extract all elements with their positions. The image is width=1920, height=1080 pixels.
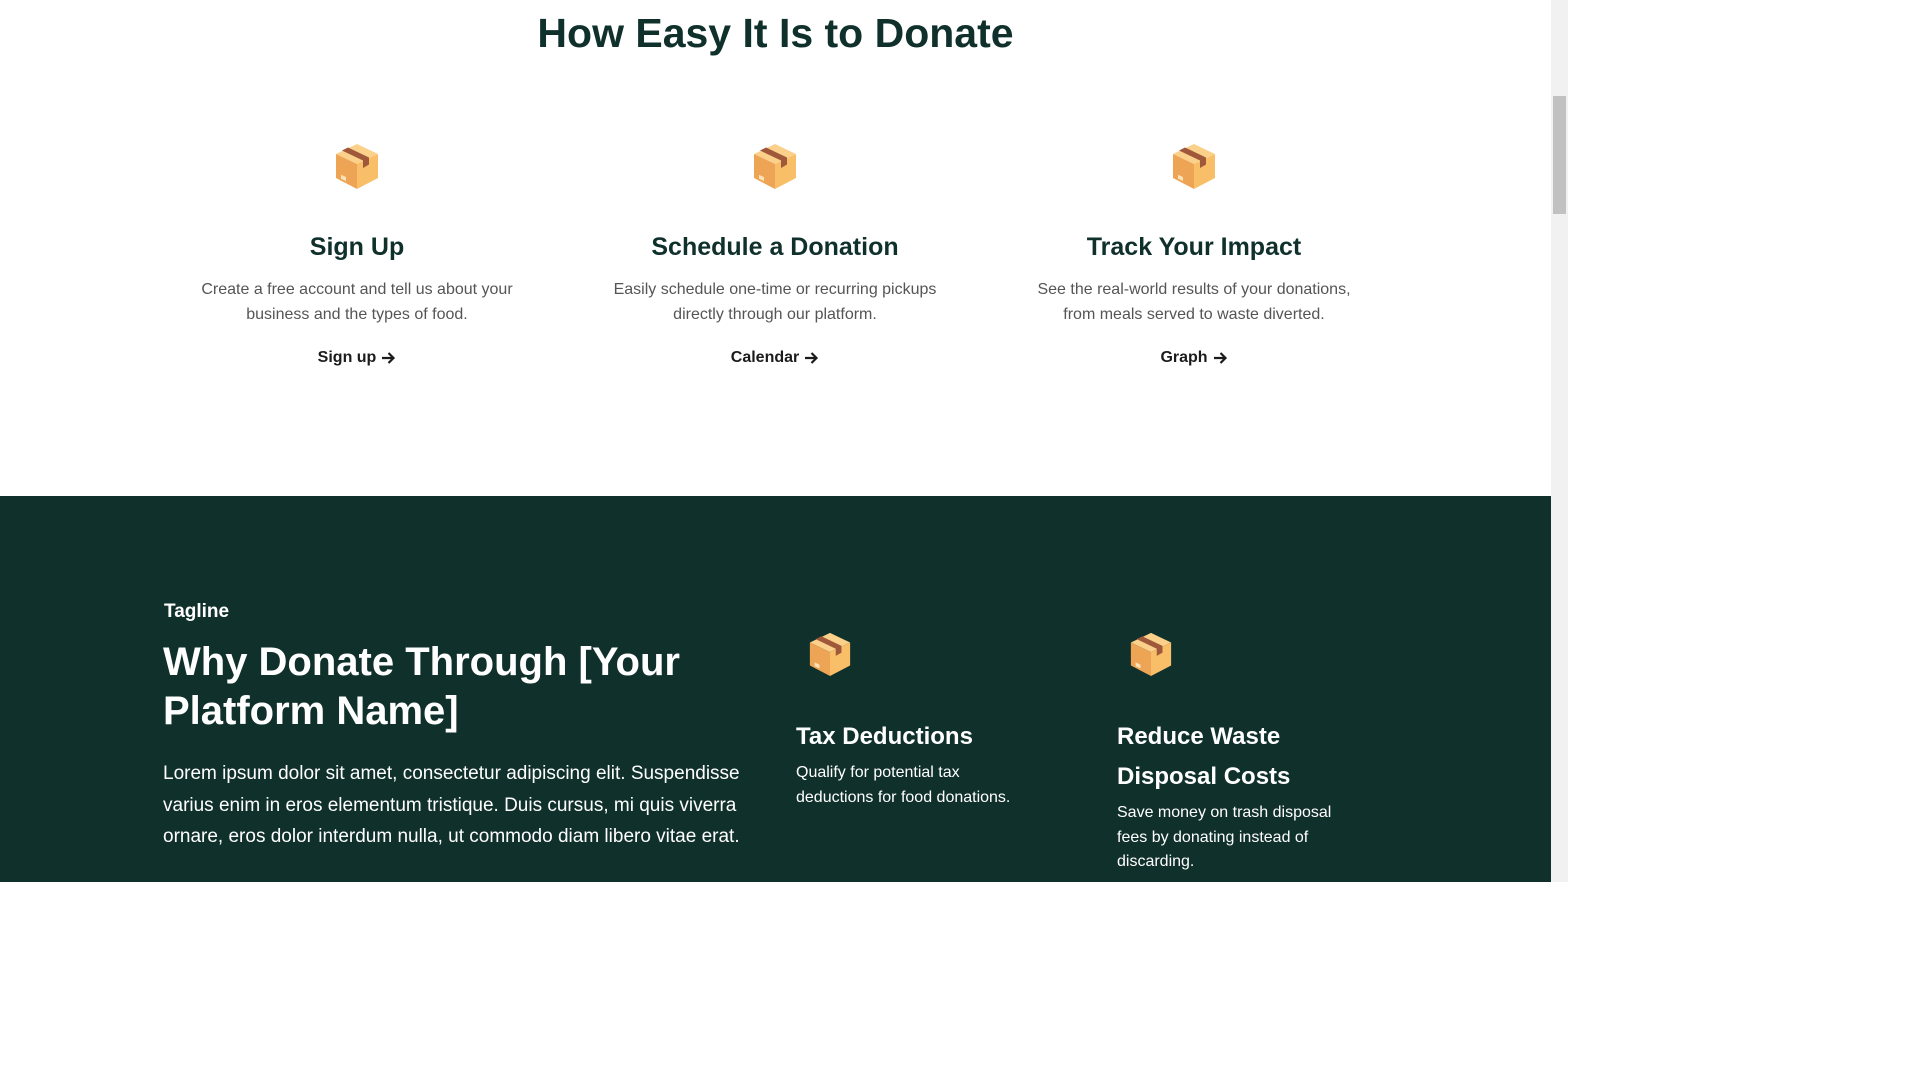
package-icon — [336, 144, 378, 189]
benefit-title: Tax Deductions — [796, 723, 973, 750]
step-title: Track Your Impact — [1086, 233, 1302, 261]
vertical-scrollbar[interactable] — [1551, 0, 1568, 882]
benefit-tax-deductions: Tax Deductions Qualify for potential tax… — [796, 628, 1036, 810]
link-label: Sign up — [317, 349, 377, 366]
step-title: Schedule a Donation — [651, 233, 899, 261]
why-body-text: Lorem ipsum dolor sit amet, consectetur … — [163, 763, 740, 847]
link-label: Graph — [1160, 349, 1208, 366]
step-card-sign-up: Sign Up Create a free account and tell u… — [177, 140, 537, 369]
package-icon — [1173, 144, 1215, 189]
tagline: Tagline — [164, 601, 230, 622]
scrollbar-thumb[interactable] — [1553, 96, 1566, 214]
package-icon — [1130, 632, 1172, 677]
sign-up-link[interactable]: Sign up — [318, 347, 397, 369]
step-description: Create a free account and tell us about … — [201, 281, 513, 323]
arrow-right-icon — [382, 352, 396, 364]
step-card-track: Track Your Impact See the real-world res… — [1014, 140, 1374, 369]
benefit-reduce-waste: Reduce Waste Disposal Costs Save money o… — [1117, 628, 1357, 875]
why-donate-section: Tagline Why Donate Through [Your Platfor… — [0, 496, 1551, 882]
benefit-description: Save money on trash disposal fees by don… — [1117, 804, 1332, 870]
link-label: Calendar — [730, 349, 800, 366]
arrow-right-icon — [1213, 352, 1227, 364]
graph-link[interactable]: Graph — [1160, 347, 1227, 369]
section-title: How Easy It Is to Donate — [537, 10, 1014, 56]
step-title: Sign Up — [309, 233, 405, 261]
step-description: Easily schedule one-time or recurring pi… — [613, 281, 937, 323]
page: How Easy It Is to Donate Sign Up Create … — [0, 0, 1551, 882]
arrow-right-icon — [805, 352, 819, 364]
benefit-description: Qualify for potential tax deductions for… — [796, 764, 1011, 806]
calendar-link[interactable]: Calendar — [731, 347, 819, 369]
package-icon — [809, 632, 851, 677]
package-icon — [754, 144, 796, 189]
why-title: Why Donate Through [Your Platform Name] — [163, 640, 680, 733]
benefit-title: Reduce Waste Disposal Costs — [1117, 723, 1291, 790]
step-description: See the real-world results of your donat… — [1037, 281, 1351, 323]
how-to-donate-section: How Easy It Is to Donate Sign Up Create … — [0, 0, 1551, 496]
step-card-schedule: Schedule a Donation Easily schedule one-… — [595, 140, 955, 369]
